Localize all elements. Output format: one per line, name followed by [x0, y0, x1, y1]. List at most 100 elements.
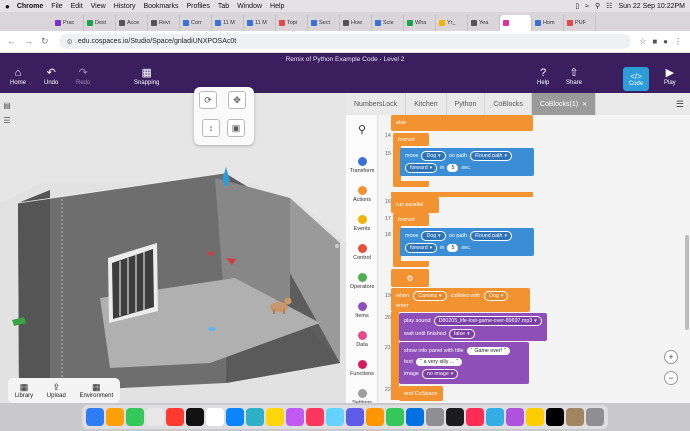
direction-dropdown[interactable]: forward ▾: [405, 243, 438, 253]
object-dropdown[interactable]: Dog ▾: [421, 231, 446, 241]
browser-tab[interactable]: How: [340, 15, 372, 31]
title-input[interactable]: “Game over!”: [466, 347, 510, 355]
browser-tab[interactable]: 11 M: [212, 15, 244, 31]
calendar-icon[interactable]: [146, 408, 164, 426]
code-tab[interactable]: CoBlocks(1) ✕: [531, 93, 597, 115]
upload-button[interactable]: ⇪ Upload: [47, 382, 66, 399]
environment-button[interactable]: ▦ Environment: [79, 382, 113, 399]
duration-input[interactable]: 5: [447, 244, 459, 252]
home-button[interactable]: ⌂ Home: [10, 67, 26, 86]
snapping-button[interactable]: ▦ Snapping: [134, 67, 159, 86]
direction-dropdown[interactable]: forward ▾: [405, 163, 438, 173]
move-on-path-block[interactable]: move Dog ▾ on path Round path ▾ forward ▾ i…: [400, 148, 534, 176]
browser-tab[interactable]: Yea: [468, 15, 500, 31]
finder-icon[interactable]: [86, 408, 104, 426]
capcut-icon[interactable]: [546, 408, 564, 426]
messages-icon[interactable]: [126, 408, 144, 426]
chrome-icon[interactable]: [406, 408, 424, 426]
move-icon[interactable]: ✥: [228, 91, 246, 109]
control-center-icon[interactable]: ☷: [606, 2, 612, 10]
numbers-icon[interactable]: [386, 408, 404, 426]
lift-icon[interactable]: ↕: [202, 119, 220, 137]
when-collides-block[interactable]: when Camera ▾ collides with Dog ▾ enter: [391, 288, 530, 312]
menu-tab[interactable]: Tab: [218, 3, 229, 10]
browser-tab[interactable]: [500, 15, 532, 31]
browser-tab[interactable]: Sect: [308, 15, 340, 31]
safari-icon[interactable]: [326, 408, 344, 426]
browser-tab[interactable]: Scie: [372, 15, 404, 31]
category-functions[interactable]: Functions: [346, 360, 378, 377]
category-events[interactable]: Events: [346, 215, 378, 232]
path-dropdown[interactable]: Round path ▾: [470, 231, 512, 241]
forever-block[interactable]: forever: [393, 213, 429, 226]
code-tab[interactable]: Python: [447, 93, 486, 115]
code-button[interactable]: </> Code: [623, 67, 649, 91]
object-dropdown[interactable]: Dog ▾: [421, 151, 446, 161]
media-icon[interactable]: [466, 408, 484, 426]
keynote-icon[interactable]: [346, 408, 364, 426]
category-actions[interactable]: Actions: [346, 186, 378, 203]
site-info-icon[interactable]: ⚙: [67, 38, 73, 46]
browser-tab[interactable]: Hom: [532, 15, 564, 31]
menu-history[interactable]: History: [114, 3, 136, 10]
zoom-icon[interactable]: [486, 408, 504, 426]
reload-icon[interactable]: ↻: [41, 36, 49, 47]
browser-tab[interactable]: Corr: [180, 15, 212, 31]
browser-tab[interactable]: PUF: [564, 15, 596, 31]
photos-icon[interactable]: [206, 408, 224, 426]
scale-icon[interactable]: ▣: [227, 119, 245, 137]
music-icon[interactable]: [166, 408, 184, 426]
search-icon[interactable]: ⚲: [595, 2, 600, 10]
menu-edit[interactable]: Edit: [71, 3, 83, 10]
menu-file[interactable]: File: [51, 3, 62, 10]
back-icon[interactable]: ←: [7, 36, 16, 47]
menu-help[interactable]: Help: [270, 3, 284, 10]
menu-app-name[interactable]: Chrome: [17, 3, 43, 10]
category-data[interactable]: Data: [346, 331, 378, 348]
undo-button[interactable]: ↶ Undo: [44, 67, 58, 86]
menu-view[interactable]: View: [91, 3, 106, 10]
sound-dropdown[interactable]: D80205_life-lost-game-over-89697.mp3 ▾: [433, 315, 542, 326]
code-block-else[interactable]: else: [391, 115, 533, 131]
run-parallel-block[interactable]: run parallel: [391, 197, 439, 213]
menu-bookmarks[interactable]: Bookmarks: [143, 3, 178, 10]
list-icon[interactable]: ☰: [3, 116, 10, 125]
news-icon[interactable]: [306, 408, 324, 426]
wait-dropdown[interactable]: false ▾: [448, 328, 475, 339]
archive-icon[interactable]: [566, 408, 584, 426]
category-transform[interactable]: Transform: [346, 157, 378, 174]
code-tab[interactable]: Kitchen: [406, 93, 447, 115]
category-control[interactable]: Control: [346, 244, 378, 261]
bookmark-star-icon[interactable]: ☆: [639, 37, 646, 46]
text-input[interactable]: “a very silly ...”: [415, 358, 463, 366]
hamburger-menu-icon[interactable]: ☰: [676, 99, 690, 110]
wifi-icon[interactable]: ≈: [585, 3, 589, 10]
browser-tab[interactable]: Yr_: [436, 15, 468, 31]
maps-icon[interactable]: [246, 408, 264, 426]
block-gear-icon[interactable]: ⚙: [391, 269, 429, 287]
code-tab[interactable]: CoBlocks: [485, 93, 532, 115]
browser-tab[interactable]: Revi: [148, 15, 180, 31]
browser-tab[interactable]: Acce: [116, 15, 148, 31]
menu-profiles[interactable]: Profiles: [186, 3, 209, 10]
help-button[interactable]: ? Help: [537, 67, 549, 86]
share-button[interactable]: ⇧ Share: [566, 67, 582, 86]
podcasts-icon[interactable]: [286, 408, 304, 426]
rotate-icon[interactable]: ⟳: [199, 91, 217, 109]
browser-tab[interactable]: 11 M: [244, 15, 276, 31]
launchpad-icon[interactable]: [106, 408, 124, 426]
close-tab-icon[interactable]: ✕: [582, 101, 587, 108]
extensions-icon[interactable]: ■: [652, 37, 657, 46]
browser-tab[interactable]: Wha: [404, 15, 436, 31]
forward-icon[interactable]: →: [24, 36, 33, 47]
clock[interactable]: Sun 22 Sep 10:22PM: [618, 3, 685, 10]
redo-button[interactable]: ↷ Redo: [76, 67, 90, 86]
collider-b-dropdown[interactable]: Dog ▾: [484, 291, 509, 301]
browser-tab[interactable]: Topi: [276, 15, 308, 31]
settings-icon[interactable]: [426, 408, 444, 426]
end-cospace-block[interactable]: end CoSpace: [399, 386, 443, 401]
forever-block[interactable]: forever: [393, 133, 429, 146]
play-button[interactable]: ▶ Play: [664, 67, 676, 86]
apple-icon[interactable]: ●: [5, 2, 10, 11]
appletv-icon[interactable]: [186, 408, 204, 426]
